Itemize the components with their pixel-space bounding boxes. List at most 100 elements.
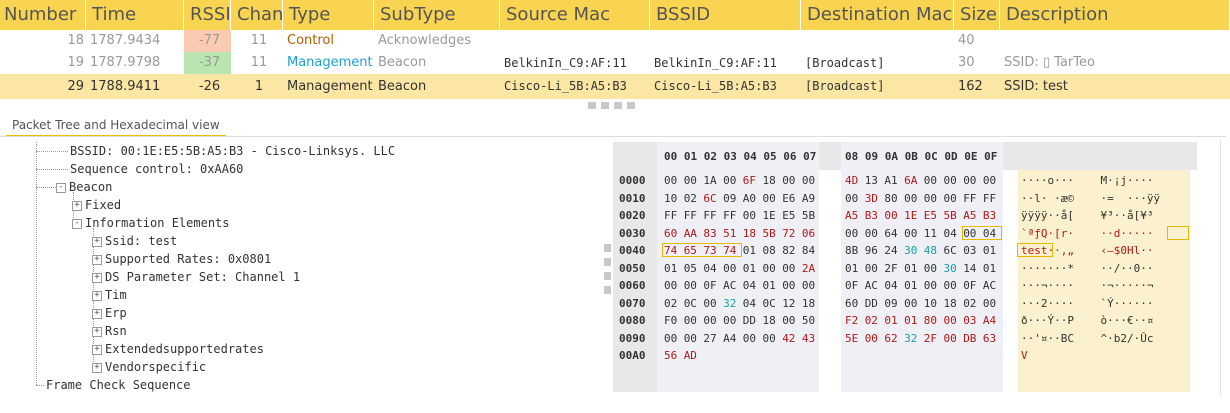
hex-byte[interactable]: 18 [944, 297, 957, 310]
hex-byte[interactable]: 60 [845, 297, 858, 310]
hex-byte[interactable]: 01 [743, 244, 756, 257]
hex-byte[interactable]: 00 [944, 314, 957, 327]
hex-byte[interactable]: 03 [963, 314, 976, 327]
hex-byte[interactable]: 0F [963, 279, 976, 292]
hex-byte[interactable]: 04 [703, 262, 716, 275]
hex-byte[interactable]: 96 [865, 244, 878, 257]
hex-byte[interactable]: 00 [782, 314, 795, 327]
hex-byte[interactable]: 00 [763, 262, 776, 275]
hex-byte[interactable]: 00 [845, 192, 858, 205]
hex-byte[interactable]: 2F [884, 262, 897, 275]
column-header-bssid[interactable]: BSSID [650, 0, 801, 30]
hex-byte[interactable]: AA [684, 227, 697, 240]
expand-icon[interactable]: + [92, 236, 102, 247]
hex-byte[interactable]: 18 [763, 314, 776, 327]
hex-byte[interactable]: 00 [763, 192, 776, 205]
hex-byte[interactable]: 42 [782, 332, 795, 345]
hex-byte[interactable]: 02 [963, 297, 976, 310]
column-header-time[interactable]: Time [86, 0, 184, 30]
hex-byte[interactable]: 01 [884, 314, 897, 327]
hex-byte[interactable]: 1E [763, 209, 776, 222]
hex-byte[interactable]: 00 [924, 262, 937, 275]
hex-byte[interactable]: 80 [924, 314, 937, 327]
hex-byte[interactable]: 00 [684, 174, 697, 187]
hex-byte[interactable]: 00 [743, 209, 756, 222]
hex-byte[interactable]: FF [963, 192, 976, 205]
hex-byte[interactable]: 00 [944, 279, 957, 292]
hex-byte[interactable]: B3 [983, 209, 996, 222]
column-header-description[interactable]: Description [1000, 0, 1230, 30]
tab-packet-tree[interactable]: Packet Tree and Hexadecimal view [6, 116, 226, 137]
hex-byte[interactable]: 00 [884, 209, 897, 222]
hex-byte[interactable]: 00 [782, 279, 795, 292]
hex-byte[interactable]: F2 [845, 314, 858, 327]
hex-byte[interactable]: 00 [802, 174, 815, 187]
hex-byte[interactable]: 00 [664, 332, 677, 345]
hex-byte[interactable]: 00 [904, 227, 917, 240]
hex-byte[interactable]: 0C [684, 297, 697, 310]
hex-byte[interactable]: 12 [782, 297, 795, 310]
hex-byte[interactable]: 72 [782, 227, 795, 240]
hex-byte[interactable]: 00 [865, 262, 878, 275]
expand-icon[interactable]: + [72, 200, 82, 211]
tree-item[interactable]: + DS Parameter Set: Channel 1 [92, 268, 300, 286]
column-header-rssi[interactable]: RSSI [184, 0, 231, 30]
hex-byte[interactable]: 2A [802, 262, 815, 275]
hex-byte[interactable]: 00 [782, 262, 795, 275]
hex-byte[interactable]: E6 [782, 192, 795, 205]
hex-byte[interactable]: 00 [703, 314, 716, 327]
hex-byte[interactable]: 00 [865, 332, 878, 345]
hex-byte[interactable]: A0 [743, 192, 756, 205]
hex-byte[interactable]: 84 [802, 244, 815, 257]
pane-splitter[interactable] [604, 244, 611, 300]
hex-byte[interactable]: FF [664, 209, 677, 222]
hex-byte[interactable]: 00 [983, 297, 996, 310]
hex-byte[interactable]: 00 [904, 192, 917, 205]
hex-byte[interactable]: A4 [723, 332, 736, 345]
hex-byte[interactable]: 00 [944, 332, 957, 345]
hex-byte[interactable]: FF [723, 209, 736, 222]
tree-item[interactable]: Frame Check Sequence [46, 376, 191, 394]
hex-byte[interactable]: 8B [845, 244, 858, 257]
expand-icon[interactable]: + [92, 362, 102, 373]
hex-byte[interactable]: 2F [924, 332, 937, 345]
hex-byte[interactable]: 00 [723, 314, 736, 327]
hex-byte[interactable]: 00 [664, 174, 677, 187]
hex-byte[interactable]: 1A [703, 174, 716, 187]
hex-byte[interactable]: 18 [763, 174, 776, 187]
hex-byte[interactable]: DB [963, 332, 976, 345]
tree-item[interactable]: + Erp [92, 304, 127, 322]
hex-byte[interactable]: FF [684, 209, 697, 222]
hex-byte[interactable]: 56 [664, 349, 677, 362]
hex-byte[interactable]: 00 [904, 297, 917, 310]
hex-byte[interactable]: 10 [924, 297, 937, 310]
hex-byte[interactable]: 6F [743, 174, 756, 187]
hex-byte[interactable]: 30 [904, 244, 917, 257]
hex-byte[interactable]: 43 [802, 332, 815, 345]
hex-byte[interactable]: 5E [845, 332, 858, 345]
hex-byte[interactable]: 60 [664, 227, 677, 240]
hex-byte[interactable]: 06 [802, 227, 815, 240]
hex-byte[interactable]: AC [983, 279, 996, 292]
hex-byte[interactable]: 6C [703, 192, 716, 205]
hex-byte[interactable]: 00 [944, 192, 957, 205]
hex-byte[interactable]: 51 [723, 227, 736, 240]
hex-byte[interactable]: 00 [743, 332, 756, 345]
hex-byte[interactable]: 00 [983, 174, 996, 187]
hex-byte[interactable]: 00 [684, 279, 697, 292]
hex-byte[interactable]: 00 [924, 192, 937, 205]
hex-byte[interactable]: A5 [963, 209, 976, 222]
hex-byte[interactable]: 3D [865, 192, 878, 205]
hex-byte[interactable]: 32 [723, 297, 736, 310]
hex-byte[interactable]: 01 [904, 279, 917, 292]
hex-byte[interactable]: 02 [684, 192, 697, 205]
hex-byte[interactable]: 14 [963, 262, 976, 275]
hex-byte[interactable]: A1 [884, 174, 897, 187]
column-header-size[interactable]: Size [954, 0, 1000, 30]
collapse-icon[interactable]: - [72, 218, 82, 229]
hex-byte[interactable]: A5 [845, 209, 858, 222]
tree-item[interactable]: + Extendedsupportedrates [92, 340, 264, 358]
expand-icon[interactable]: + [92, 272, 102, 283]
hex-byte[interactable]: 01 [845, 262, 858, 275]
hex-byte[interactable]: 08 [763, 244, 776, 257]
